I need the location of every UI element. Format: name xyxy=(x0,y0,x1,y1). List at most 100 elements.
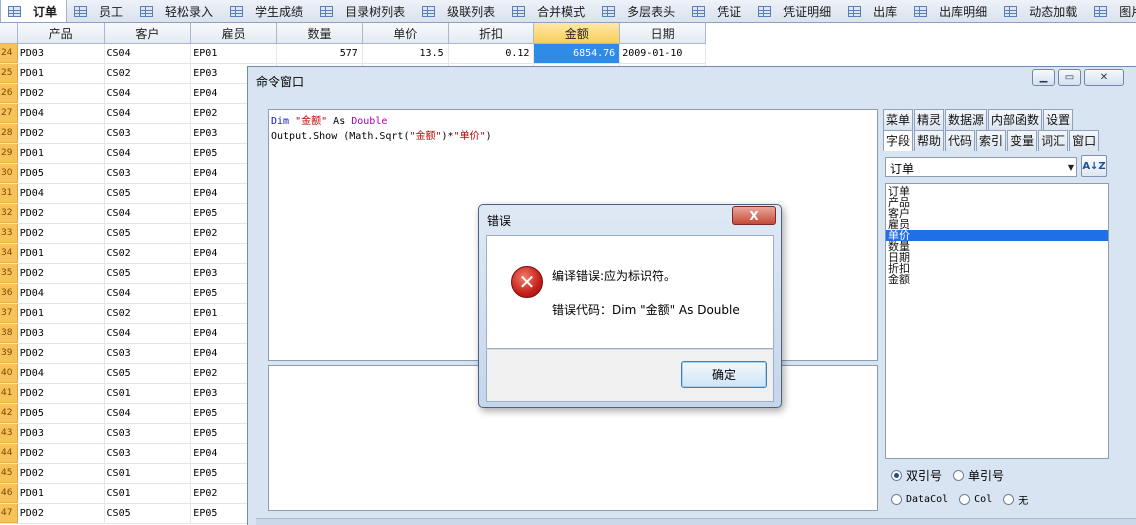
row-number[interactable]: 44 xyxy=(0,444,18,463)
panel-tab[interactable]: 设置 xyxy=(1043,109,1074,130)
row-number[interactable]: 25 xyxy=(0,64,18,83)
field-list-item[interactable]: 单价 xyxy=(886,230,1108,241)
field-list-item[interactable]: 订单 xyxy=(886,186,1108,197)
cell-price[interactable]: 13.5 xyxy=(363,44,449,63)
panel-tab[interactable]: 词汇 xyxy=(1038,130,1069,151)
cell-customer[interactable]: CS03 xyxy=(105,164,192,183)
tab-item[interactable]: 合并模式 xyxy=(505,0,595,22)
cell-customer[interactable]: CS05 xyxy=(105,264,192,283)
column-header-amount[interactable]: 金额 xyxy=(534,23,621,43)
tab-item[interactable]: 出库明细 xyxy=(907,0,997,22)
panel-tab[interactable]: 菜单 xyxy=(883,109,914,130)
cell-customer[interactable]: CS03 xyxy=(105,444,192,463)
cell-customer[interactable]: CS04 xyxy=(105,324,192,343)
cell-customer[interactable]: CS02 xyxy=(105,304,192,323)
cell-customer[interactable]: CS02 xyxy=(105,64,192,83)
cell-product[interactable]: PD02 xyxy=(18,344,105,363)
chevron-down-icon[interactable]: ▼ xyxy=(1068,163,1074,172)
quote-option[interactable]: 双引号 xyxy=(891,467,942,484)
column-header-price[interactable]: 单价 xyxy=(363,23,449,43)
radio-button[interactable] xyxy=(891,493,902,505)
row-number[interactable]: 28 xyxy=(0,124,18,143)
row-number[interactable]: 24 xyxy=(0,44,18,63)
column-header-customer[interactable]: 客户 xyxy=(105,23,192,43)
cell-customer[interactable]: CS04 xyxy=(105,284,192,303)
cell-employee[interactable]: EP01 xyxy=(191,44,278,63)
cell-product[interactable]: PD01 xyxy=(18,304,105,323)
row-number[interactable]: 45 xyxy=(0,464,18,483)
field-list-item[interactable]: 雇员 xyxy=(886,219,1108,230)
minimize-button[interactable]: ▁ xyxy=(1032,69,1055,86)
radio-button[interactable] xyxy=(953,469,965,481)
tab-item[interactable]: 图片管理 xyxy=(1087,0,1136,22)
field-list[interactable]: 订单 产品 客户 雇员 单价 数量 日期 折扣 金额 xyxy=(885,183,1109,459)
row-number[interactable]: 34 xyxy=(0,244,18,263)
cell-product[interactable]: PD03 xyxy=(18,424,105,443)
panel-tab[interactable]: 索引 xyxy=(976,130,1007,151)
field-list-item[interactable]: 数量 xyxy=(886,241,1108,252)
column-header-employee[interactable]: 雇员 xyxy=(191,23,278,43)
cell-product[interactable]: PD02 xyxy=(18,384,105,403)
column-header-quantity[interactable]: 数量 xyxy=(277,23,363,43)
row-header-corner[interactable] xyxy=(0,23,18,43)
tab-item[interactable]: 动态加载 xyxy=(997,0,1087,22)
table-row[interactable]: 24 PD03 CS04 EP01 577 13.5 0.12 6854.76 … xyxy=(0,44,706,64)
cell-product[interactable]: PD03 xyxy=(18,324,105,343)
row-number[interactable]: 32 xyxy=(0,204,18,223)
cell-product[interactable]: PD01 xyxy=(18,64,105,83)
cell-customer[interactable]: CS02 xyxy=(105,244,192,263)
tab-item[interactable]: 凭证 xyxy=(685,0,751,22)
panel-tab[interactable]: 帮助 xyxy=(914,130,945,151)
cell-customer[interactable]: CS05 xyxy=(105,364,192,383)
cell-date[interactable]: 2009-01-10 xyxy=(620,44,706,63)
field-list-item[interactable]: 日期 xyxy=(886,252,1108,263)
row-number[interactable]: 47 xyxy=(0,504,18,523)
panel-tab[interactable]: 变量 xyxy=(1007,130,1038,151)
tab-item[interactable]: 员工 xyxy=(67,0,133,22)
tab-item[interactable]: 级联列表 xyxy=(415,0,505,22)
quote-option[interactable]: 单引号 xyxy=(953,467,1004,484)
column-header-product[interactable]: 产品 xyxy=(18,23,105,43)
panel-tab[interactable]: 精灵 xyxy=(914,109,945,130)
cell-quantity[interactable]: 577 xyxy=(277,44,363,63)
row-number[interactable]: 37 xyxy=(0,304,18,323)
cell-customer[interactable]: CS03 xyxy=(105,124,192,143)
row-number[interactable]: 39 xyxy=(0,344,18,363)
cell-product[interactable]: PD02 xyxy=(18,124,105,143)
radio-button[interactable] xyxy=(959,493,971,505)
sort-button[interactable]: A↓Z xyxy=(1081,155,1107,177)
row-number[interactable]: 33 xyxy=(0,224,18,243)
field-list-item[interactable]: 产品 xyxy=(886,197,1108,208)
maximize-button[interactable]: ▭ xyxy=(1058,69,1081,86)
cell-customer[interactable]: CS01 xyxy=(105,384,192,403)
cell-product[interactable]: PD02 xyxy=(18,204,105,223)
cell-product[interactable]: PD02 xyxy=(18,224,105,243)
row-number[interactable]: 31 xyxy=(0,184,18,203)
row-number[interactable]: 43 xyxy=(0,424,18,443)
quote-option[interactable]: 无 xyxy=(1003,492,1028,507)
ok-button[interactable]: 确定 xyxy=(681,361,767,388)
cell-customer[interactable]: CS05 xyxy=(105,504,192,523)
cell-product[interactable]: PD02 xyxy=(18,264,105,283)
row-number[interactable]: 38 xyxy=(0,324,18,343)
cell-product[interactable]: PD03 xyxy=(18,44,105,63)
cell-amount-selected[interactable]: 6854.76 xyxy=(534,44,621,63)
cell-product[interactable]: PD01 xyxy=(18,484,105,503)
cell-product[interactable]: PD04 xyxy=(18,184,105,203)
cell-product[interactable]: PD01 xyxy=(18,244,105,263)
cell-product[interactable]: PD04 xyxy=(18,104,105,123)
column-header-discount[interactable]: 折扣 xyxy=(449,23,535,43)
tab-item[interactable]: 订单 xyxy=(0,0,68,22)
cell-customer[interactable]: CS04 xyxy=(105,204,192,223)
radio-button[interactable] xyxy=(891,469,902,481)
row-number[interactable]: 42 xyxy=(0,404,18,423)
cell-customer[interactable]: CS05 xyxy=(105,184,192,203)
row-number[interactable]: 27 xyxy=(0,104,18,123)
row-number[interactable]: 30 xyxy=(0,164,18,183)
row-number[interactable]: 40 xyxy=(0,364,18,383)
field-list-item[interactable]: 客户 xyxy=(886,208,1108,219)
tab-item[interactable]: 出库 xyxy=(841,0,907,22)
cell-customer[interactable]: CS04 xyxy=(105,84,192,103)
quote-option[interactable]: Col xyxy=(959,493,992,505)
field-list-item[interactable]: 金额 xyxy=(886,274,1108,285)
